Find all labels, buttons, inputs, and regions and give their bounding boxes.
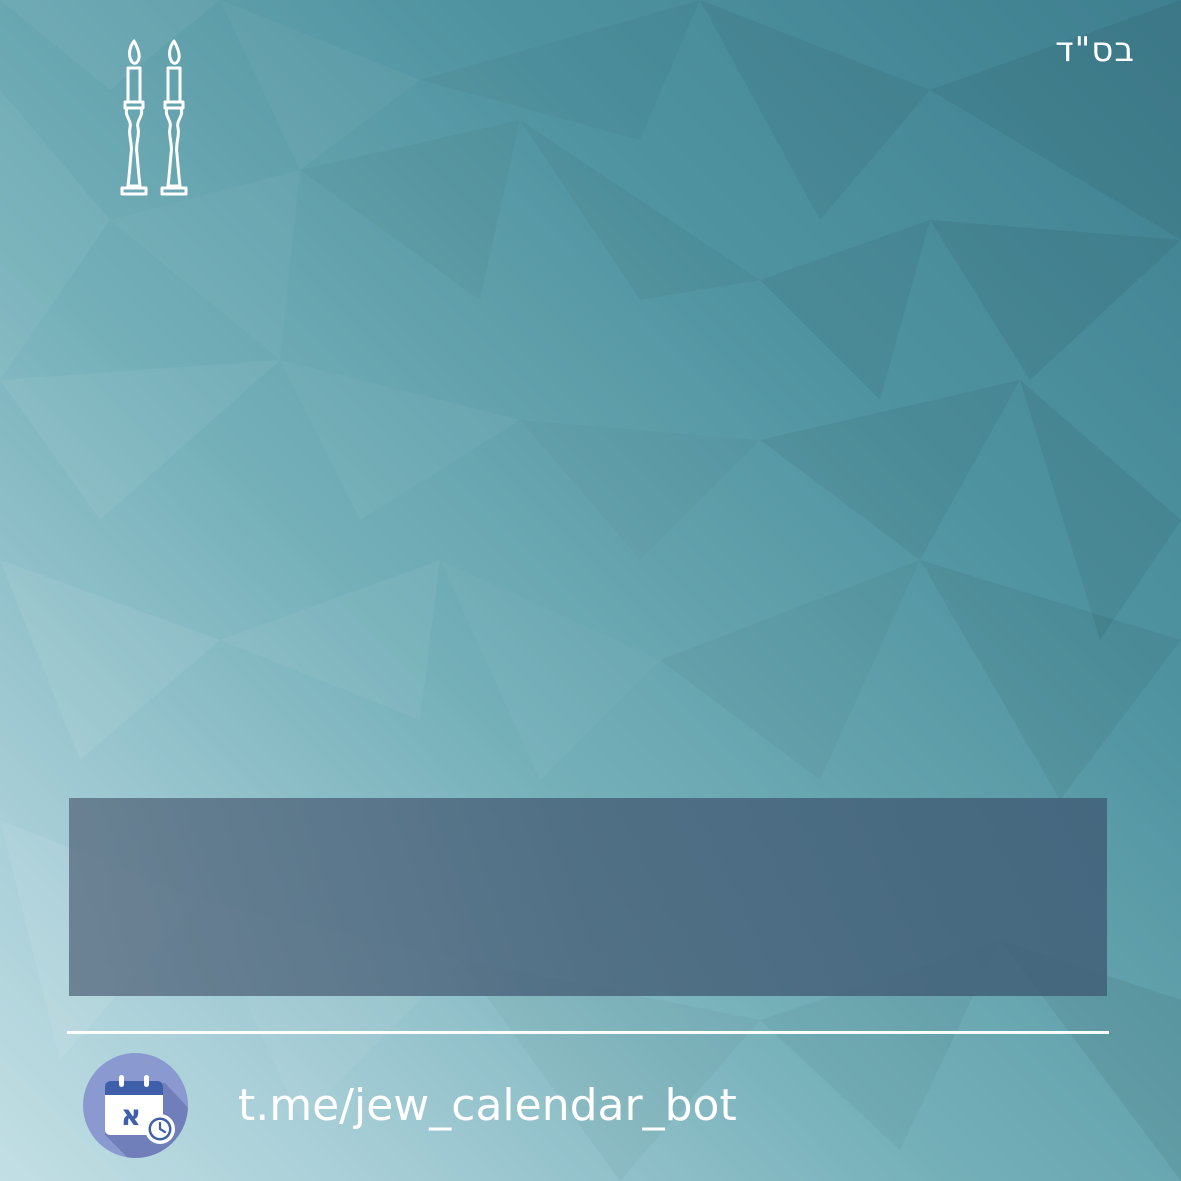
footer-divider — [67, 1031, 1109, 1034]
logo-letter: א — [121, 1099, 141, 1132]
poster-canvas: בס"ד א t.me/jew_calendar_bot — [0, 0, 1181, 1181]
telegram-bot-link[interactable]: t.me/jew_calendar_bot — [238, 1078, 737, 1134]
hebrew-calendar-clock-icon: א — [83, 1053, 188, 1158]
bsd-header-text: בס"ד — [1055, 30, 1135, 70]
shabbat-candles-icon — [120, 39, 188, 196]
dark-text-panel — [69, 798, 1107, 996]
